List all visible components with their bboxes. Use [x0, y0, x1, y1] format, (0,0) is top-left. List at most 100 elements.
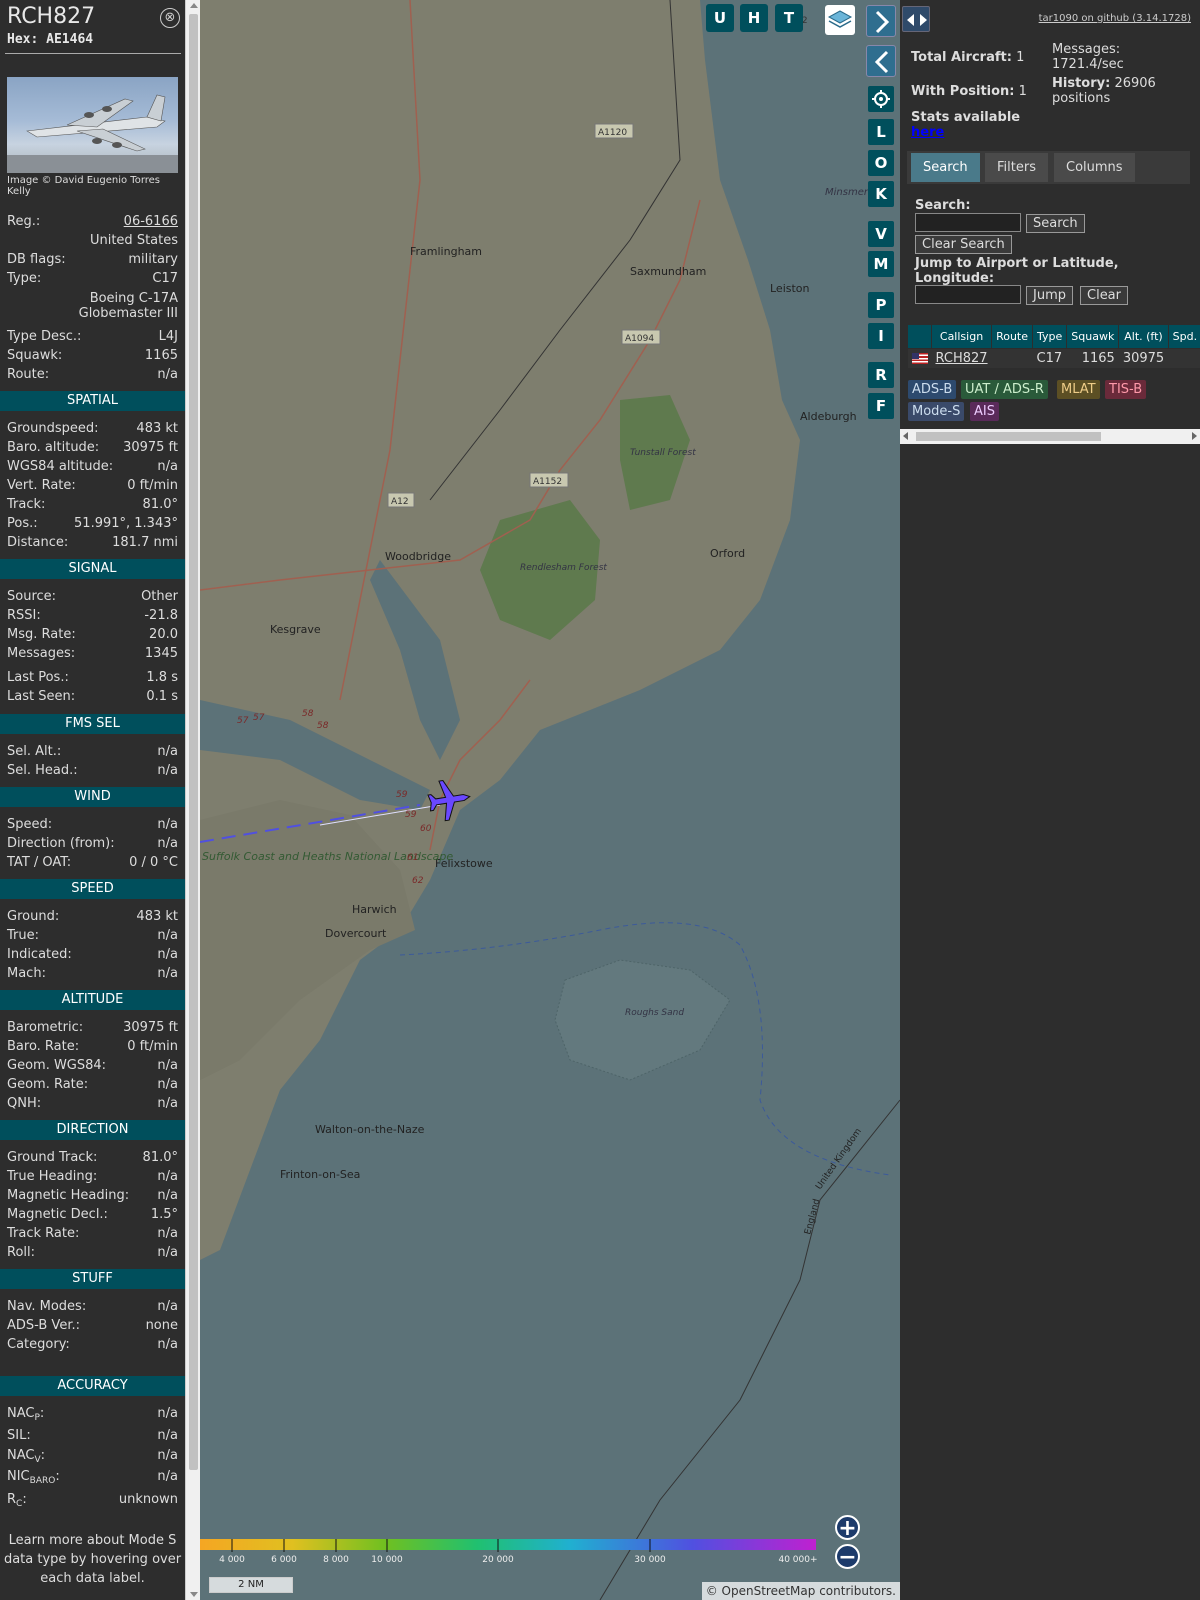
- map-button-i[interactable]: I: [868, 323, 894, 349]
- section-altitude: ALTITUDE: [0, 990, 185, 1010]
- map-button-o[interactable]: O: [868, 150, 894, 176]
- osm-link[interactable]: OpenStreetMap: [722, 1584, 816, 1598]
- aircraft-photo[interactable]: [7, 77, 178, 173]
- nicbaro-value: n/a: [157, 1469, 178, 1484]
- chevron-left-icon: [874, 50, 889, 74]
- collapse-panel-button[interactable]: [866, 45, 896, 77]
- info-row: Magnetic Decl.: 1.5°: [7, 1205, 178, 1224]
- col-route[interactable]: Route: [991, 324, 1033, 349]
- info-row: Groundspeed: 483 kt: [7, 419, 178, 438]
- info-label: True:: [7, 928, 39, 943]
- table-row[interactable]: RCH827 C17 1165 30975: [907, 348, 1200, 368]
- map-view[interactable]: Framlingham Saxmundham Leiston Minsmere …: [200, 0, 900, 1600]
- section-spatial: SPATIAL: [0, 391, 185, 411]
- map-button-t[interactable]: T: [775, 4, 803, 32]
- search-button[interactable]: Search: [1026, 214, 1085, 233]
- map-button-u[interactable]: U: [706, 4, 734, 32]
- info-label: Sel. Head.:: [7, 763, 78, 778]
- expand-panel-button[interactable]: [866, 5, 896, 37]
- info-row: ADS-B Ver.: none: [7, 1316, 178, 1335]
- map-button-k[interactable]: K: [868, 181, 894, 207]
- tab-filters[interactable]: Filters: [985, 153, 1048, 182]
- route-label: Route:: [7, 367, 50, 382]
- info-row: Vert. Rate: 0 ft/min: [7, 476, 178, 495]
- section-signal: SIGNAL: [0, 559, 185, 579]
- col-callsign[interactable]: Callsign: [930, 324, 993, 349]
- map-button-p[interactable]: P: [868, 292, 894, 318]
- map-button-v[interactable]: V: [868, 221, 894, 247]
- map-button-l[interactable]: L: [868, 119, 894, 145]
- section-wind: WIND: [0, 787, 185, 807]
- col-type[interactable]: Type: [1031, 324, 1068, 349]
- search-input[interactable]: [915, 213, 1021, 232]
- scroll-right-arrow-icon[interactable]: [1192, 432, 1197, 440]
- type-full-name: Boeing C-17A Globemaster III: [78, 291, 178, 321]
- jump-label: Jump to Airport or Latitude, Longitude:: [915, 256, 1119, 286]
- scroll-left-arrow-icon[interactable]: [903, 432, 908, 440]
- place-label: Leiston: [770, 282, 810, 295]
- scrollbar-thumb[interactable]: [916, 432, 1101, 441]
- close-detail-button[interactable]: ⊗: [160, 8, 180, 28]
- road-label: A1094: [625, 334, 654, 344]
- scroll-down-arrow-icon[interactable]: [190, 1592, 198, 1597]
- info-value: -21.8: [144, 608, 178, 623]
- layers-button[interactable]: [825, 5, 855, 35]
- settings-button[interactable]: [868, 86, 894, 112]
- map-button-h[interactable]: H: [740, 4, 768, 32]
- jump-clear-button[interactable]: Clear: [1080, 286, 1128, 305]
- place-label: United Kingdom: [814, 1127, 864, 1192]
- map-button-f[interactable]: F: [868, 393, 894, 419]
- altitude-tick-label: 4 000: [219, 1555, 245, 1565]
- zoom-out-button[interactable]: −: [835, 1544, 860, 1569]
- info-row: QNH: n/a: [7, 1094, 178, 1113]
- toggle-layout-button[interactable]: [902, 6, 930, 32]
- col-squawk[interactable]: Squawk: [1066, 324, 1120, 349]
- map-button-m[interactable]: M: [868, 251, 894, 277]
- info-label: Ground Track:: [7, 1150, 98, 1165]
- info-value: n/a: [157, 459, 178, 474]
- info-row: Track Rate: n/a: [7, 1224, 178, 1243]
- nicbaro-label: NICBARO:: [7, 1469, 60, 1486]
- legend-uat: UAT / ADS-R: [961, 380, 1048, 399]
- country-row: United States: [7, 231, 178, 250]
- callsign-link[interactable]: RCH827: [936, 351, 988, 366]
- scroll-up-arrow-icon[interactable]: [190, 3, 198, 8]
- dbflags-value: military: [128, 252, 178, 267]
- col-altitude[interactable]: Alt. (ft): [1118, 324, 1169, 349]
- info-row: Ground: 483 kt: [7, 907, 178, 926]
- sil-row: SIL: n/a: [7, 1426, 178, 1445]
- tab-search[interactable]: Search: [911, 153, 980, 182]
- info-value: n/a: [157, 1188, 178, 1203]
- tab-columns[interactable]: Columns: [1054, 153, 1135, 182]
- nicbaro-row: NICBARO: n/a: [7, 1467, 178, 1486]
- info-label: TAT / OAT:: [7, 855, 72, 870]
- github-link[interactable]: tar1090 on github (3.14.1728): [1039, 13, 1191, 24]
- info-label: WGS84 altitude:: [7, 459, 114, 474]
- info-label: Sel. Alt.:: [7, 744, 62, 759]
- col-speed[interactable]: Spd.: [1167, 324, 1200, 349]
- reg-link[interactable]: 06-6166: [124, 212, 178, 231]
- info-value: n/a: [157, 836, 178, 851]
- detail-panel-scrollbar[interactable]: [185, 0, 200, 1600]
- info-value: n/a: [157, 1337, 178, 1352]
- info-label: Pos.:: [7, 516, 38, 531]
- info-value: 1345: [144, 646, 178, 661]
- zoom-in-button[interactable]: +: [835, 1515, 860, 1540]
- table-horizontal-scrollbar[interactable]: [900, 429, 1200, 444]
- cell-squawk: 1165: [1066, 348, 1119, 368]
- altitude-tick-label: 6 000: [271, 1555, 297, 1565]
- info-value: 0 / 0 °C: [129, 855, 178, 870]
- squawk-value: 1165: [144, 348, 178, 363]
- col-flag[interactable]: [907, 324, 932, 349]
- stats-here-link[interactable]: here: [911, 125, 944, 140]
- junction-label: 57: [253, 713, 265, 723]
- info-value: 30975 ft: [123, 440, 178, 455]
- map-button-r[interactable]: R: [868, 362, 894, 388]
- info-value: n/a: [157, 928, 178, 943]
- jump-input[interactable]: [915, 285, 1021, 304]
- info-row: Baro. altitude: 30975 ft: [7, 438, 178, 457]
- scrollbar-thumb[interactable]: [189, 14, 198, 1470]
- clear-search-button[interactable]: Clear Search: [915, 235, 1012, 254]
- jump-button[interactable]: Jump: [1026, 286, 1073, 305]
- arrows-left-right-icon: [907, 14, 927, 26]
